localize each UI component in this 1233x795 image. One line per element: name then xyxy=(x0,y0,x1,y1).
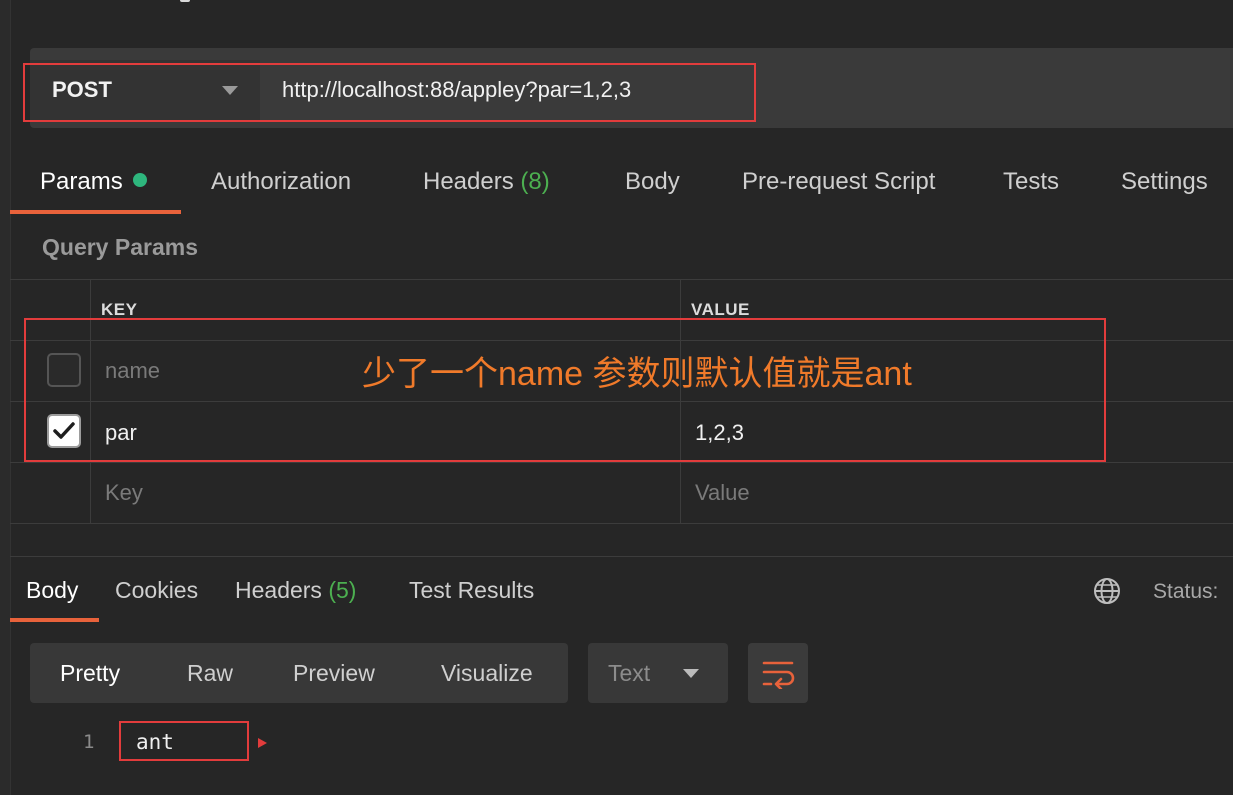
sidebar-edge xyxy=(0,0,11,795)
tab-pre-request-script[interactable]: Pre-request Script xyxy=(742,168,935,196)
response-tab-headers[interactable]: Headers (5) xyxy=(235,577,356,604)
tab-params[interactable]: Params xyxy=(40,168,147,196)
table-divider xyxy=(10,462,1233,463)
title-fragment xyxy=(180,0,190,2)
view-pretty-button[interactable]: Pretty xyxy=(60,660,120,687)
response-tab-headers-label: Headers xyxy=(235,577,322,603)
response-tab-cookies[interactable]: Cookies xyxy=(115,577,198,604)
format-select-label: Text xyxy=(608,660,651,686)
active-tab-indicator xyxy=(10,210,181,214)
value-column-header: VALUE xyxy=(691,300,750,319)
tab-params-label: Params xyxy=(40,168,123,195)
wrap-lines-icon xyxy=(762,661,795,689)
active-response-tab-indicator xyxy=(10,618,99,622)
headers-count: (8) xyxy=(520,168,550,195)
view-preview-button[interactable]: Preview xyxy=(293,660,375,687)
highlight-box-response xyxy=(119,721,249,761)
line-number: 1 xyxy=(83,731,95,753)
tab-body[interactable]: Body xyxy=(625,168,680,196)
response-headers-count: (5) xyxy=(328,577,357,603)
tab-headers[interactable]: Headers (8) xyxy=(423,168,550,196)
chevron-down-icon xyxy=(683,669,699,678)
response-divider xyxy=(10,556,1233,557)
tab-tests[interactable]: Tests xyxy=(1003,168,1059,196)
wrap-lines-button[interactable] xyxy=(748,643,808,703)
view-raw-button[interactable]: Raw xyxy=(187,660,233,687)
tab-authorization[interactable]: Authorization xyxy=(211,168,351,196)
key-input[interactable]: Key xyxy=(105,480,143,506)
table-border-top xyxy=(10,279,1233,280)
value-input[interactable]: Value xyxy=(695,480,750,506)
query-params-title: Query Params xyxy=(42,234,198,260)
table-border-bottom xyxy=(10,523,1233,524)
status-dot-icon xyxy=(132,173,147,187)
tab-headers-label: Headers xyxy=(423,168,514,195)
status-label: Status: xyxy=(1153,580,1219,603)
fold-arrow-icon[interactable] xyxy=(258,738,267,748)
highlight-box-url xyxy=(23,63,756,122)
tab-settings[interactable]: Settings xyxy=(1121,168,1208,196)
annotation-text: 少了一个name 参数则默认值就是ant xyxy=(362,355,912,393)
response-tab-body[interactable]: Body xyxy=(26,577,78,604)
key-column-header: KEY xyxy=(101,300,138,319)
response-tab-test-results[interactable]: Test Results xyxy=(409,577,534,604)
globe-icon[interactable] xyxy=(1092,576,1122,606)
view-visualize-button[interactable]: Visualize xyxy=(441,660,533,687)
